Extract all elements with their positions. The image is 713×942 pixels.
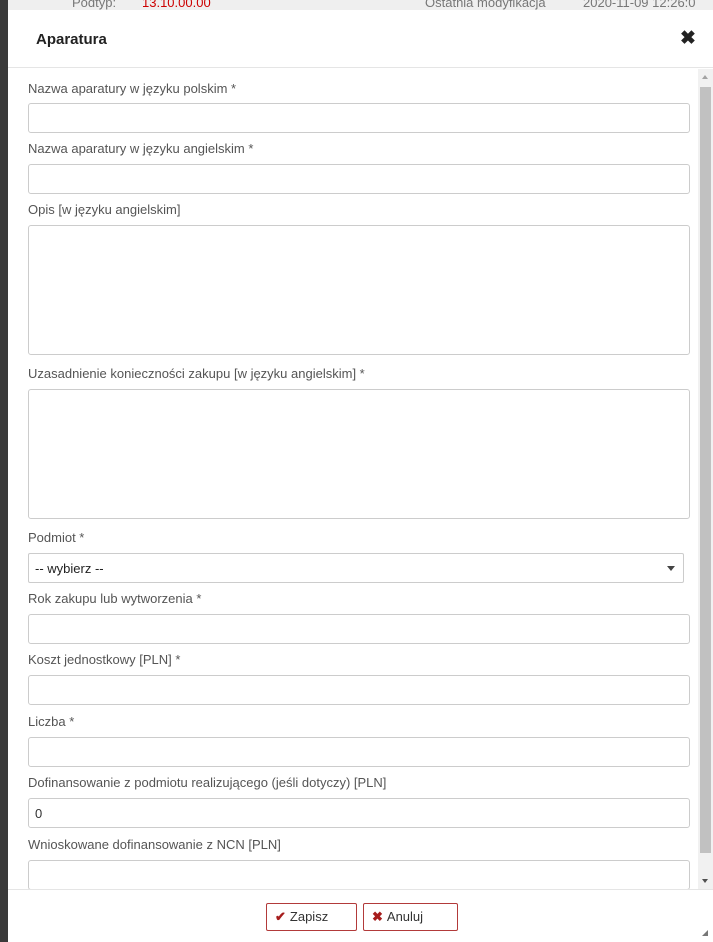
requested-ncn-label: Wnioskowane dofinansowanie z NCN [PLN] <box>28 837 281 852</box>
scroll-up-button[interactable] <box>698 69 713 85</box>
justification-en-label: Uzasadnienie konieczności zakupu [w języ… <box>28 366 365 381</box>
name-en-label: Nazwa aparatury w języku angielskim * <box>28 141 254 156</box>
background-left-edge <box>0 0 8 942</box>
scrollbar-thumb[interactable] <box>700 87 711 853</box>
name-pl-input[interactable] <box>28 103 690 133</box>
count-label: Liczba * <box>28 714 75 729</box>
resize-grip-icon[interactable] <box>702 930 708 936</box>
save-button[interactable]: ✔ Zapisz <box>266 903 357 931</box>
background-subtype-value: 13.10.00.00 <box>142 0 211 10</box>
check-icon: ✔ <box>275 909 286 924</box>
description-en-textarea[interactable] <box>28 225 690 355</box>
chevron-down-icon <box>667 566 675 571</box>
cofinancing-entity-label: Dofinansowanie z podmiotu realizującego … <box>28 775 387 790</box>
unit-cost-label: Koszt jednostkowy [PLN] * <box>28 652 181 667</box>
save-button-label: Zapisz <box>289 909 329 924</box>
unit-cost-input[interactable] <box>28 675 690 705</box>
entity-select[interactable]: -- wybierz -- <box>28 553 684 583</box>
aparatura-modal: Aparatura ✖ Nazwa aparatury w języku pol… <box>8 10 713 942</box>
background-modified-value: 2020-11-09 12:26:0 <box>583 0 696 10</box>
background-page: Podtyp: 13.10.00.00 Ostatnia modyfikacja… <box>0 0 713 10</box>
x-icon: ✖ <box>372 909 383 924</box>
year-input[interactable] <box>28 614 690 644</box>
close-icon[interactable]: ✖ <box>677 28 699 50</box>
modal-footer: ✔ Zapisz ✖ Anuluj <box>8 889 713 942</box>
background-modified-label: Ostatnia modyfikacja <box>425 0 546 10</box>
modal-body: Nazwa aparatury w języku polskim * Nazwa… <box>8 69 698 889</box>
arrow-down-icon <box>702 879 708 883</box>
description-en-label: Opis [w języku angielskim] <box>28 202 181 217</box>
modal-header: Aparatura ✖ <box>8 10 713 68</box>
cancel-button-label: Anuluj <box>386 909 424 924</box>
modal-scrollbar[interactable] <box>698 69 713 889</box>
scroll-down-button[interactable] <box>698 873 713 889</box>
entity-label: Podmiot * <box>28 530 85 545</box>
cofinancing-entity-input[interactable] <box>28 798 690 828</box>
entity-select-value: -- wybierz -- <box>35 561 104 576</box>
background-subtype-label: Podtyp: <box>72 0 117 10</box>
year-label: Rok zakupu lub wytworzenia * <box>28 591 202 606</box>
justification-en-textarea[interactable] <box>28 389 690 519</box>
count-input[interactable] <box>28 737 690 767</box>
modal-title: Aparatura <box>36 31 107 48</box>
arrow-up-icon <box>702 75 708 79</box>
name-en-input[interactable] <box>28 164 690 194</box>
name-pl-label: Nazwa aparatury w języku polskim * <box>28 81 237 96</box>
cancel-button[interactable]: ✖ Anuluj <box>363 903 458 931</box>
requested-ncn-input[interactable] <box>28 860 690 889</box>
